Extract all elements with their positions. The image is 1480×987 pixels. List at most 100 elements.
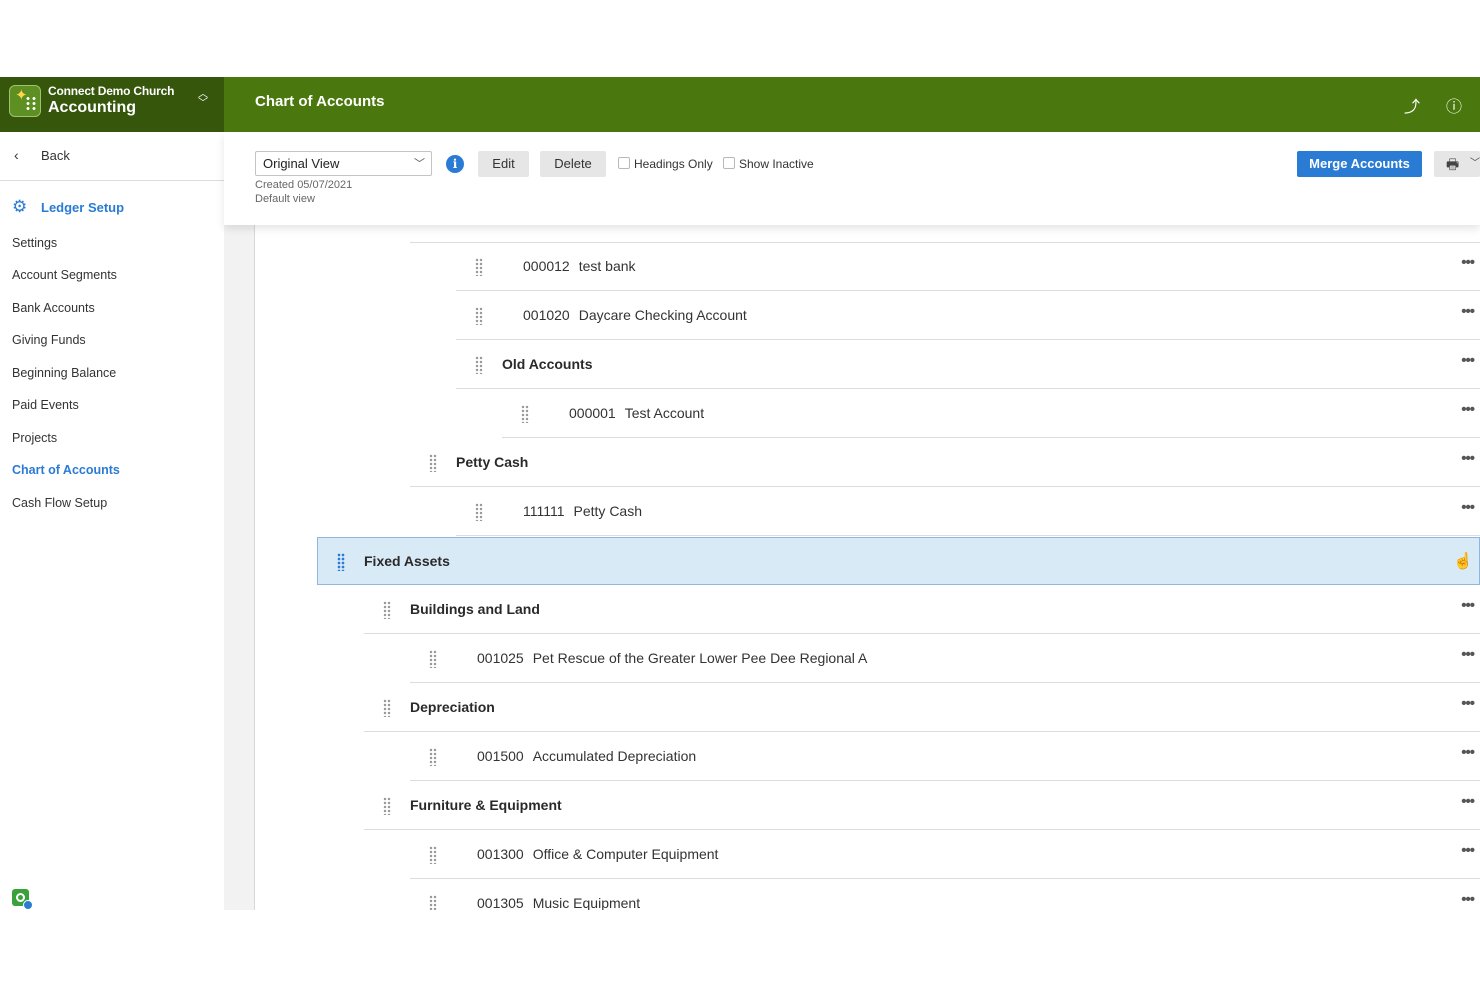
account-label: 111111 Petty Cash (523, 503, 643, 519)
more-options-icon[interactable]: ••• (1461, 254, 1475, 271)
account-label: 000012 test bank (523, 258, 636, 274)
support-chat-icon[interactable] (12, 889, 33, 910)
drag-handle-icon[interactable] (337, 553, 345, 571)
tree-row[interactable]: 001305 Music Equipment ••• (410, 880, 1480, 910)
more-options-icon[interactable]: ••• (1461, 352, 1475, 369)
checkbox-box[interactable] (723, 157, 735, 169)
print-button[interactable]: 🖶 ﹀ (1434, 151, 1480, 177)
chevron-down-icon: ﹀ (1470, 158, 1480, 169)
merge-accounts-button[interactable]: Merge Accounts (1297, 151, 1422, 177)
sidebar: ✦ Connect Demo Church Accounting ︿ ﹀ ‹ Ba… (0, 77, 225, 910)
chevron-updown-icon[interactable]: ︿ ﹀ (198, 90, 208, 109)
sidebar-item-chart-of-accounts[interactable]: Chart of Accounts (12, 463, 120, 477)
tree-row[interactable]: 000001 Test Account ••• (502, 390, 1480, 438)
gear-icon: ⚙ (12, 197, 28, 216)
tree-row[interactable]: 001025 Pet Rescue of the Greater Lower Pe… (410, 635, 1480, 683)
sidebar-section-label: Ledger Setup (41, 200, 125, 215)
drag-handle-icon[interactable] (475, 258, 483, 276)
more-options-icon[interactable]: ••• (1461, 597, 1475, 614)
drag-handle-icon[interactable] (383, 699, 391, 717)
heading-label: Petty Cash (456, 454, 529, 470)
back-link[interactable]: ‹ Back (0, 132, 224, 181)
sidebar-item-projects[interactable]: Projects (12, 431, 57, 445)
heading-label: Furniture & Equipment (410, 797, 562, 813)
drag-handle-icon[interactable] (429, 846, 437, 864)
show-inactive-label: Show Inactive (739, 157, 814, 171)
page-title: Chart of Accounts (255, 93, 385, 110)
drag-handle-icon[interactable] (475, 356, 483, 374)
hand-cursor-icon: ☝ (1453, 553, 1473, 570)
tree-row[interactable]: Furniture & Equipment ••• (364, 782, 1480, 830)
sidebar-item-bank-accounts[interactable]: Bank Accounts (12, 301, 95, 315)
drag-handle-icon[interactable] (429, 748, 437, 766)
more-options-icon[interactable]: ••• (1461, 499, 1475, 516)
more-options-icon[interactable]: ••• (1461, 303, 1475, 320)
sidebar-item-giving-funds[interactable]: Giving Funds (12, 333, 86, 347)
view-select-value: Original View (263, 156, 340, 171)
app-logo-icon: ✦ (9, 85, 41, 117)
printer-icon: 🖶 (1446, 156, 1460, 172)
tree-row[interactable]: 001500 Accumulated Depreciation ••• (410, 733, 1480, 781)
back-label: Back (41, 148, 70, 163)
heading-label: Buildings and Land (410, 601, 540, 617)
headings-only-label: Headings Only (634, 157, 713, 171)
sidebar-item-beginning-balance[interactable]: Beginning Balance (12, 366, 116, 380)
sidebar-item-cash-flow-setup[interactable]: Cash Flow Setup (12, 496, 107, 510)
tree-row[interactable]: 111111 Petty Cash ••• (456, 488, 1480, 536)
drag-handle-icon[interactable] (521, 405, 529, 423)
sidebar-item-account-segments[interactable]: Account Segments (12, 268, 117, 282)
view-select[interactable]: Original View ﹀ (255, 151, 432, 176)
drag-handle-icon[interactable] (429, 650, 437, 668)
account-label: 001300 Office & Computer Equipment (477, 846, 719, 862)
more-options-icon[interactable]: ••• (1461, 842, 1475, 859)
account-label: 001020 Daycare Checking Account (523, 307, 747, 323)
account-label: 001500 Accumulated Depreciation (477, 748, 697, 764)
tree-row[interactable]: Buildings and Land ••• (364, 586, 1480, 634)
drag-handle-icon[interactable] (429, 895, 437, 910)
accounts-tree: 000012 test bank ••• 001020 Daycare Checki… (224, 225, 1480, 910)
tree-row[interactable]: 001300 Office & Computer Equipment ••• (410, 831, 1480, 879)
page-header: Chart of Accounts ⤴ ⓘ (224, 77, 1480, 132)
drag-handle-icon[interactable] (383, 601, 391, 619)
drag-handle-icon[interactable] (383, 797, 391, 815)
more-options-icon[interactable]: ••• (1461, 744, 1475, 761)
more-options-icon[interactable]: ••• (1461, 401, 1475, 418)
tree-row (410, 225, 1480, 243)
view-default-note: Default view (255, 193, 315, 205)
ministry-leaf-icon[interactable]: ⤴ (1404, 93, 1420, 117)
more-options-icon[interactable]: ••• (1461, 450, 1475, 467)
tree-row[interactable]: Petty Cash ••• (410, 439, 1480, 487)
org-switcher[interactable]: ✦ Connect Demo Church Accounting ︿ ﹀ (0, 77, 224, 132)
show-inactive-checkbox[interactable]: Show Inactive (723, 157, 814, 171)
toolbar: Original View ﹀ i Edit Delete Headings O… (224, 132, 1480, 225)
tree-row-selected[interactable]: Fixed Assets ☝ (317, 537, 1480, 585)
tree-row[interactable]: Old Accounts ••• (456, 341, 1480, 389)
heading-label: Fixed Assets (364, 553, 450, 569)
tree-row[interactable]: Depreciation ••• (364, 684, 1480, 732)
drag-handle-icon[interactable] (475, 307, 483, 325)
view-created-date: Created 05/07/2021 (255, 179, 353, 191)
help-icon[interactable]: ⓘ (1446, 93, 1462, 117)
checkbox-box[interactable] (618, 157, 630, 169)
heading-label: Old Accounts (502, 356, 593, 372)
headings-only-checkbox[interactable]: Headings Only (618, 157, 713, 171)
edit-button[interactable]: Edit (478, 151, 529, 177)
tree-row[interactable]: 001020 Daycare Checking Account ••• (456, 292, 1480, 340)
sidebar-item-paid-events[interactable]: Paid Events (12, 398, 79, 412)
tree-gutter (224, 225, 255, 910)
info-icon[interactable]: i (446, 155, 464, 173)
more-options-icon[interactable]: ••• (1461, 793, 1475, 810)
more-options-icon[interactable]: ••• (1461, 646, 1475, 663)
tree-row[interactable]: 000012 test bank ••• (456, 243, 1480, 291)
sidebar-item-settings[interactable]: Settings (12, 236, 57, 250)
more-options-icon[interactable]: ••• (1461, 695, 1475, 712)
chevron-down-icon: ﹀ (414, 158, 425, 170)
drag-handle-icon[interactable] (429, 454, 437, 472)
account-label: 001305 Music Equipment (477, 895, 641, 910)
org-name: Connect Demo Church (48, 84, 175, 98)
delete-button[interactable]: Delete (540, 151, 606, 177)
more-options-icon[interactable]: ••• (1461, 891, 1475, 908)
drag-handle-icon[interactable] (475, 503, 483, 521)
account-label: 001025 Pet Rescue of the Greater Lower Pe… (477, 650, 868, 666)
chevron-left-icon: ‹ (14, 147, 19, 163)
